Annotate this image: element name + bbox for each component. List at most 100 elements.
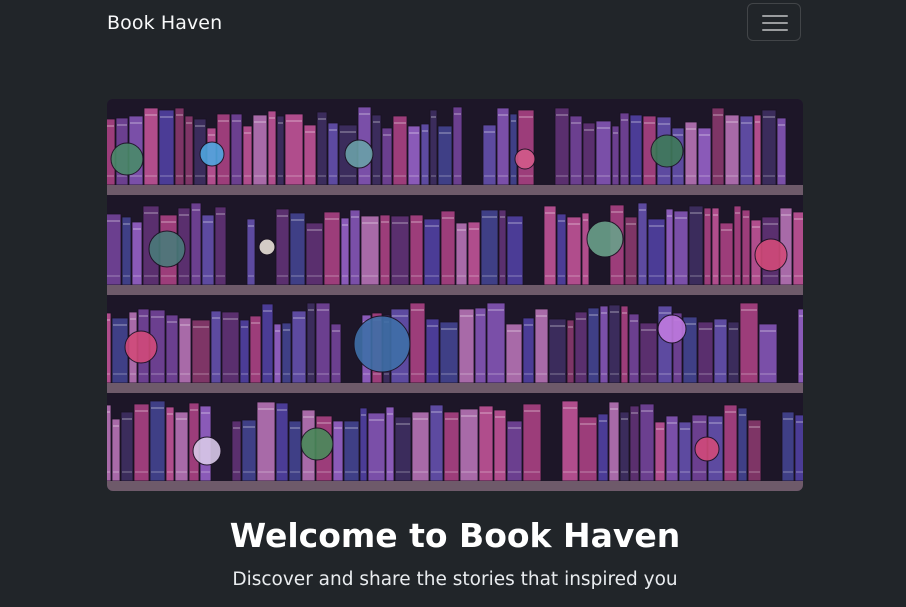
- book-spine-band: [726, 121, 738, 123]
- book-spine-band: [675, 275, 687, 277]
- book-spine-band: [610, 311, 619, 313]
- book-spine-band: [113, 373, 127, 375]
- book-spine-band: [794, 218, 803, 220]
- book-spine-band: [308, 373, 314, 375]
- book-spine: [409, 214, 424, 286]
- book-spine-band: [545, 275, 555, 277]
- book-spine-band: [631, 121, 641, 123]
- book-spine-band: [508, 222, 522, 224]
- book-spine-band: [107, 275, 120, 277]
- book-spine: [619, 112, 630, 186]
- book-spine-band: [107, 175, 114, 177]
- book-spine-band: [411, 373, 424, 375]
- book-spine-band: [351, 216, 359, 218]
- book-spine-band: [135, 471, 148, 473]
- book-spine-band: [107, 373, 110, 375]
- book-spine-band: [631, 412, 638, 414]
- shelf-decoration: [110, 142, 144, 176]
- book-spine-band: [160, 116, 173, 118]
- book-spine-band: [325, 275, 339, 277]
- book-spine-band: [580, 471, 596, 473]
- book-spine-band: [383, 175, 391, 177]
- shelf-decoration: [148, 230, 186, 268]
- book-spine-band: [613, 132, 618, 134]
- book-spine: [665, 208, 674, 286]
- book-spine-band: [610, 471, 618, 473]
- book-spine-band: [454, 175, 461, 177]
- book-spine-band: [622, 373, 627, 375]
- book-spine-band: [381, 221, 389, 223]
- book-spine-band: [508, 427, 521, 429]
- book-spine-band: [641, 471, 653, 473]
- book-spine-band: [644, 122, 655, 124]
- book-spine: [597, 413, 609, 482]
- book-spine-band: [201, 412, 210, 414]
- book-spine: [149, 400, 166, 482]
- book-spine-band: [305, 175, 315, 177]
- book-spine: [581, 212, 590, 286]
- book-spine-band: [232, 175, 241, 177]
- book-spine-band: [699, 373, 712, 375]
- book-spine-band: [545, 212, 555, 214]
- book-spine-band: [277, 215, 288, 217]
- book-spine-band: [345, 427, 358, 429]
- book-spine-band: [340, 131, 356, 133]
- book-spine-band: [601, 312, 607, 314]
- brand-link[interactable]: Book Haven: [107, 10, 222, 36]
- book-spine-band: [461, 415, 477, 417]
- book-spine: [556, 213, 567, 286]
- book-spine: [261, 303, 274, 384]
- book-spine-band: [334, 427, 342, 429]
- book-spine-band: [427, 373, 438, 375]
- navbar-toggler-button[interactable]: [747, 3, 801, 41]
- book-spine-band: [568, 326, 573, 328]
- book-spine-band: [117, 124, 127, 126]
- book-spine-band: [752, 275, 760, 277]
- book-spine-band: [317, 373, 329, 375]
- book-spine: [739, 302, 759, 384]
- book-spine-band: [571, 175, 581, 177]
- book-spine-band: [241, 373, 248, 375]
- book-spine-band: [133, 228, 141, 230]
- book-spine-band: [130, 373, 136, 375]
- book-spine-band: [556, 175, 568, 177]
- book-spine-band: [584, 129, 594, 131]
- book-spine: [569, 115, 583, 186]
- book-spine-band: [369, 471, 384, 473]
- book-spine-band: [329, 129, 337, 131]
- book-spine: [267, 110, 277, 186]
- book-spine-band: [373, 175, 380, 177]
- book-spine: [587, 307, 600, 384]
- book-spine-band: [656, 428, 664, 430]
- book-spine-band: [144, 275, 158, 277]
- shelf-decoration: [124, 330, 158, 364]
- book-spine-band: [413, 471, 428, 473]
- book-spine: [411, 411, 430, 482]
- book-spine-band: [431, 175, 436, 177]
- book-spine-band: [715, 373, 726, 375]
- book-spine-band: [275, 330, 280, 332]
- book-spine-band: [130, 318, 136, 320]
- book-spine-band: [673, 175, 683, 177]
- book-spine: [221, 311, 240, 384]
- book-spine: [371, 114, 382, 186]
- book-spine-band: [263, 373, 272, 375]
- navbar: Book Haven: [0, 0, 906, 46]
- book-spine-band: [286, 120, 302, 122]
- book-spine-band: [500, 216, 505, 218]
- book-spine: [673, 210, 689, 286]
- book-spine-band: [167, 413, 173, 415]
- book-spine: [201, 214, 215, 286]
- hamburger-menu-icon: [762, 15, 788, 17]
- book-spine-band: [122, 418, 132, 420]
- book-spine-band: [778, 175, 785, 177]
- book-spine-band: [763, 116, 775, 118]
- book-spine-band: [351, 275, 359, 277]
- book-spine-band: [690, 275, 702, 277]
- book-spine-band: [145, 175, 157, 177]
- book-spine-band: [583, 275, 588, 277]
- shelf-decoration: [754, 238, 788, 272]
- book-spine-band: [305, 131, 315, 133]
- book-spine-band: [649, 225, 664, 227]
- book-spine: [107, 404, 112, 482]
